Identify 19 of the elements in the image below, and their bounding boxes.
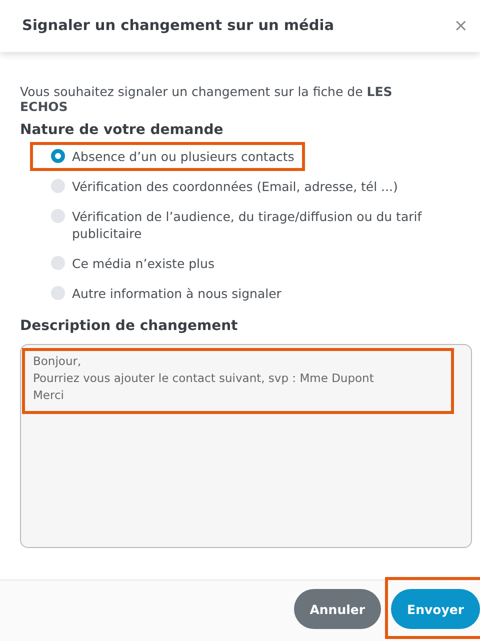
radio-button[interactable] — [51, 209, 65, 223]
section-heading: Nature de votre demande — [20, 122, 224, 138]
section-heading: Description de changement — [20, 318, 239, 334]
description-field[interactable]: Bonjour, Pourriez vous ajouter le contact suivant, svp : Mme Dupont Merci — [20, 344, 472, 548]
radio-button[interactable] — [51, 286, 65, 300]
radio-label: Autre information à nous signaler — [72, 285, 282, 302]
cancel-button[interactable]: Annuler — [294, 589, 382, 629]
radio-label: Ce média n’existe plus — [72, 255, 214, 272]
intro-text: Vous souhaitez signaler un changement sur la fiche de LES ECHOS — [20, 84, 394, 114]
close-button[interactable]: × — [450, 16, 472, 36]
radio-button[interactable] — [51, 256, 65, 270]
highlighted-radio-option[interactable]: Absence d’un ou plusieurs contacts — [30, 142, 306, 171]
radio-label: Vérification de l’audience, du tirage/diffusion ou du tarif publicitaire — [72, 208, 423, 242]
send-button[interactable]: Envoyer — [391, 589, 480, 629]
radio-button[interactable] — [51, 149, 65, 163]
dialog-title: Signaler un changement sur un média — [22, 18, 334, 34]
radio-label: Vérification des coordonnées (Email, adresse, tél ...) — [72, 178, 398, 195]
radio-label: Absence d’un ou plusieurs contacts — [72, 148, 294, 165]
radio-button[interactable] — [51, 179, 65, 193]
